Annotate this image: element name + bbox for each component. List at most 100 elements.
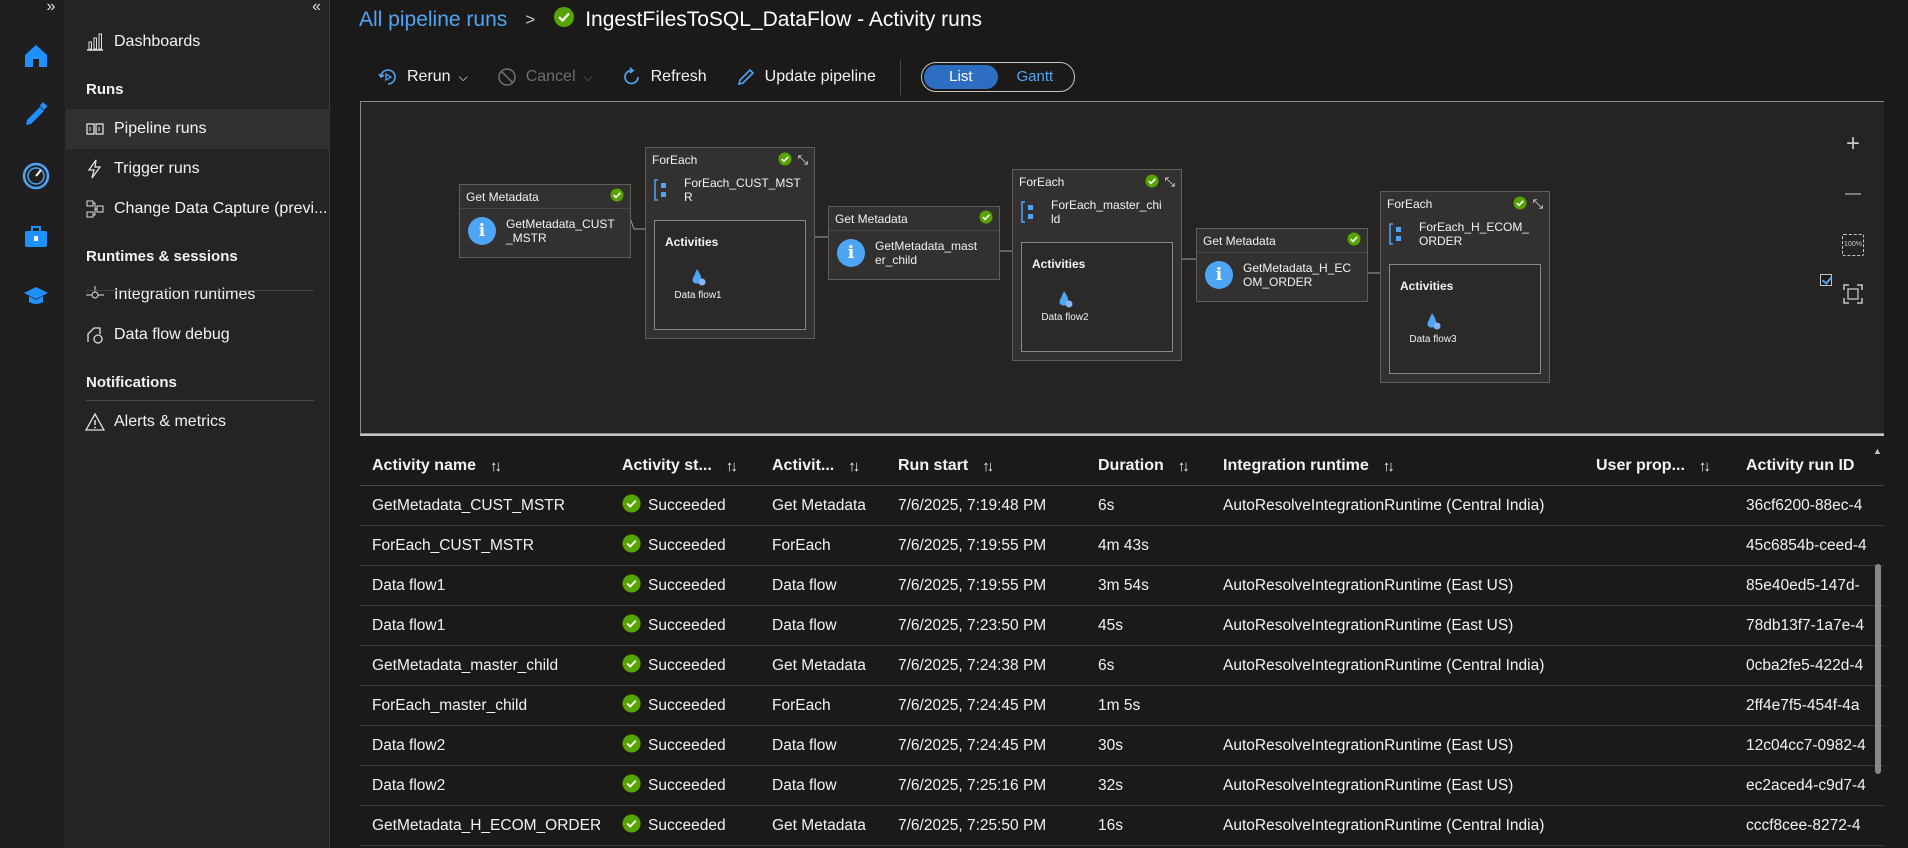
column-header-user-properties[interactable]: User prop... ↑↓ (1596, 446, 1711, 486)
cell-activity-name[interactable]: Data flow1 (372, 566, 445, 606)
cell-text: 3m 54s (1098, 577, 1149, 594)
expand-icon[interactable]: » (40, 0, 62, 16)
cell-activity-name[interactable]: GetMetadata_H_ECOM_ORDER (372, 806, 601, 846)
column-header-duration[interactable]: Duration ↑↓ (1098, 446, 1190, 486)
sort-arrows-icon[interactable]: ↑↓ (490, 458, 502, 475)
view-gantt-toggle[interactable]: Gantt (998, 65, 1072, 89)
table-row[interactable]: Data flow2 Succeeded Data flow 7/6/2025, 7:… (360, 766, 1884, 806)
cell-activity-status: Succeeded (622, 806, 726, 846)
cell-text: 4m 43s (1098, 537, 1149, 554)
table-row[interactable]: GetMetadata_H_ECOM_ORDER Succeeded Get Met… (360, 806, 1884, 846)
success-check-icon (622, 774, 641, 798)
activity-getmetadata-h-ecom-order[interactable]: Get Metadata i GetMetadata_H_EC OM_ORDER (1196, 228, 1368, 302)
cell-integration-runtime: AutoResolveIntegrationRuntime (East US) (1223, 726, 1513, 766)
column-header-activity-type[interactable]: Activit... ↑↓ (772, 446, 860, 486)
table-row[interactable]: GetMetadata_CUST_MSTR Succeeded Get Metada… (360, 486, 1884, 526)
cell-activity-name[interactable]: ForEach_CUST_MSTR (372, 526, 534, 566)
inner-activity-data-flow3[interactable]: Data flow3 (1408, 311, 1458, 345)
refresh-button[interactable]: Refresh (621, 66, 707, 88)
rerun-button[interactable]: Rerun ⌵ (377, 66, 468, 88)
inner-activity-data-flow1[interactable]: Data flow1 (673, 267, 723, 301)
view-list-toggle[interactable]: List (923, 65, 998, 89)
scroll-up-icon[interactable]: ▲ (1873, 446, 1882, 456)
collapse-arrows-icon[interactable]: ⤡ (798, 152, 808, 168)
chevron-down-icon: ⌵ (458, 69, 468, 84)
cancel-button[interactable]: Cancel ⌵ (496, 66, 593, 88)
success-output-port[interactable] (1820, 274, 1832, 286)
activity-foreach-master-child[interactable]: ForEach ⤡ ForEach_master_chi ld Activitie… (1012, 169, 1182, 361)
activity-foreach-cust-mstr[interactable]: ForEach ⤡ ForEach_CUST_MST R Activities D… (645, 147, 815, 339)
nav-item-data-flow-debug[interactable]: Data flow debug (66, 315, 330, 355)
sort-arrows-icon[interactable]: ↑↓ (982, 458, 994, 475)
table-row[interactable]: Data flow2 Succeeded Data flow 7/6/2025, 7:… (360, 726, 1884, 766)
section-runtimes-sessions: Runtimes & sessions (86, 248, 238, 265)
sort-arrows-icon[interactable]: ↑↓ (1699, 458, 1711, 475)
zoom-100-button[interactable]: 100% (1836, 228, 1870, 262)
pencil-author-icon[interactable] (18, 96, 54, 132)
update-pipeline-button[interactable]: Update pipeline (735, 66, 876, 88)
nav-item-pipeline-runs[interactable]: Pipeline runs (66, 109, 330, 149)
nav-item-dashboards[interactable]: Dashboards (66, 22, 330, 62)
cell-activity-type: ForEach (772, 686, 831, 726)
table-row[interactable]: ForEach_CUST_MSTR Succeeded ForEach 7/6/202… (360, 526, 1884, 566)
nav-label: Dashboards (114, 33, 201, 50)
cell-text: 7/6/2025, 7:19:55 PM (898, 537, 1047, 554)
zoom-in-button[interactable]: + (1836, 127, 1870, 161)
cell-activity-status: Succeeded (622, 486, 726, 526)
table-row[interactable]: Data flow1 Succeeded Data flow 7/6/2025, 7:… (360, 566, 1884, 606)
table-row[interactable]: GetMetadata_master_child Succeeded Get Met… (360, 646, 1884, 686)
breadcrumb-all-pipeline-runs[interactable]: All pipeline runs (359, 8, 507, 32)
collapse-arrows-icon[interactable]: ⤡ (1165, 174, 1175, 190)
main-content: All pipeline runs > IngestFilesToSQL_Dat… (331, 0, 1908, 848)
activity-foreach-h-ecom-order[interactable]: ForEach ⤡ ForEach_H_ECOM_ ORDER Activitie… (1380, 191, 1550, 383)
cell-activity-name[interactable]: Data flow2 (372, 726, 445, 766)
foreach-inner-activities: Activities Data flow1 (654, 220, 806, 330)
cell-run-start: 7/6/2025, 7:19:48 PM (898, 486, 1046, 526)
column-header-run-start[interactable]: Run start ↑↓ (898, 446, 994, 486)
fit-to-screen-icon[interactable] (1836, 277, 1870, 311)
cell-activity-type: Get Metadata (772, 646, 866, 686)
sort-arrows-icon[interactable]: ↑↓ (1178, 458, 1190, 475)
inner-activity-label: Data flow2 (1041, 312, 1089, 323)
cell-activity-name[interactable]: ForEach_master_child (372, 686, 527, 726)
cell-activity-name[interactable]: GetMetadata_master_child (372, 646, 558, 686)
column-label: User prop... (1596, 457, 1685, 474)
nav-item-trigger-runs[interactable]: Trigger runs (66, 149, 330, 189)
column-header-activity-name[interactable]: Activity name ↑↓ (372, 446, 502, 486)
home-icon[interactable] (18, 38, 54, 74)
sort-arrows-icon[interactable]: ↑↓ (726, 458, 738, 475)
activity-getmetadata-master-child[interactable]: Get Metadata i GetMetadata_mast er_child (828, 206, 1000, 280)
nav-item-change-data-capture[interactable]: Change Data Capture (previ... (66, 189, 330, 229)
bar-chart-icon (84, 31, 106, 53)
sort-arrows-icon[interactable]: ↑↓ (848, 458, 860, 475)
cell-activity-status: Succeeded (622, 526, 726, 566)
table-row[interactable]: ForEach_master_child Succeeded ForEach 7/6/… (360, 686, 1884, 726)
table-scrollbar[interactable]: ▲ (1873, 446, 1883, 848)
toolbox-manage-icon[interactable] (18, 218, 54, 254)
cell-text: GetMetadata_CUST_MSTR (372, 497, 565, 514)
view-toggle: List Gantt (920, 62, 1075, 92)
graduation-cap-learn-icon[interactable] (18, 278, 54, 314)
collapse-arrows-icon[interactable]: ⤡ (1533, 196, 1543, 212)
scrollbar-thumb[interactable] (1875, 564, 1881, 774)
pipeline-canvas[interactable]: Get Metadata i GetMetadata_CUST _MSTR For… (360, 101, 1884, 434)
sort-arrows-icon[interactable]: ↑↓ (1383, 458, 1395, 475)
cell-activity-name[interactable]: GetMetadata_CUST_MSTR (372, 486, 565, 526)
canvas-resize-splitter[interactable] (360, 434, 1884, 436)
nav-item-alerts-metrics[interactable]: Alerts & metrics (66, 402, 330, 442)
column-header-activity-run-id[interactable]: Activity run ID (1746, 446, 1854, 486)
cell-activity-name[interactable]: Data flow2 (372, 766, 445, 806)
column-header-activity-status[interactable]: Activity st... ↑↓ (622, 446, 738, 486)
monitor-gauge-icon[interactable] (18, 158, 54, 194)
cell-activity-name[interactable]: Data flow1 (372, 606, 445, 646)
collapse-icon[interactable]: « (312, 0, 321, 15)
activity-getmetadata-cust-mstr[interactable]: Get Metadata i GetMetadata_CUST _MSTR (459, 184, 631, 258)
cell-activity-type: Data flow (772, 566, 837, 606)
column-header-integration-runtime[interactable]: Integration runtime ↑↓ (1223, 446, 1395, 486)
table-row[interactable]: Data flow1 Succeeded Data flow 7/6/2025, 7:… (360, 606, 1884, 646)
cell-text: AutoResolveIntegrationRuntime (East US) (1223, 617, 1514, 634)
nav-item-integration-runtimes[interactable]: Integration runtimes (66, 275, 330, 315)
cell-text: 7/6/2025, 7:25:50 PM (898, 817, 1047, 834)
inner-activity-data-flow2[interactable]: Data flow2 (1040, 289, 1090, 323)
zoom-out-button[interactable]: — (1836, 177, 1870, 211)
